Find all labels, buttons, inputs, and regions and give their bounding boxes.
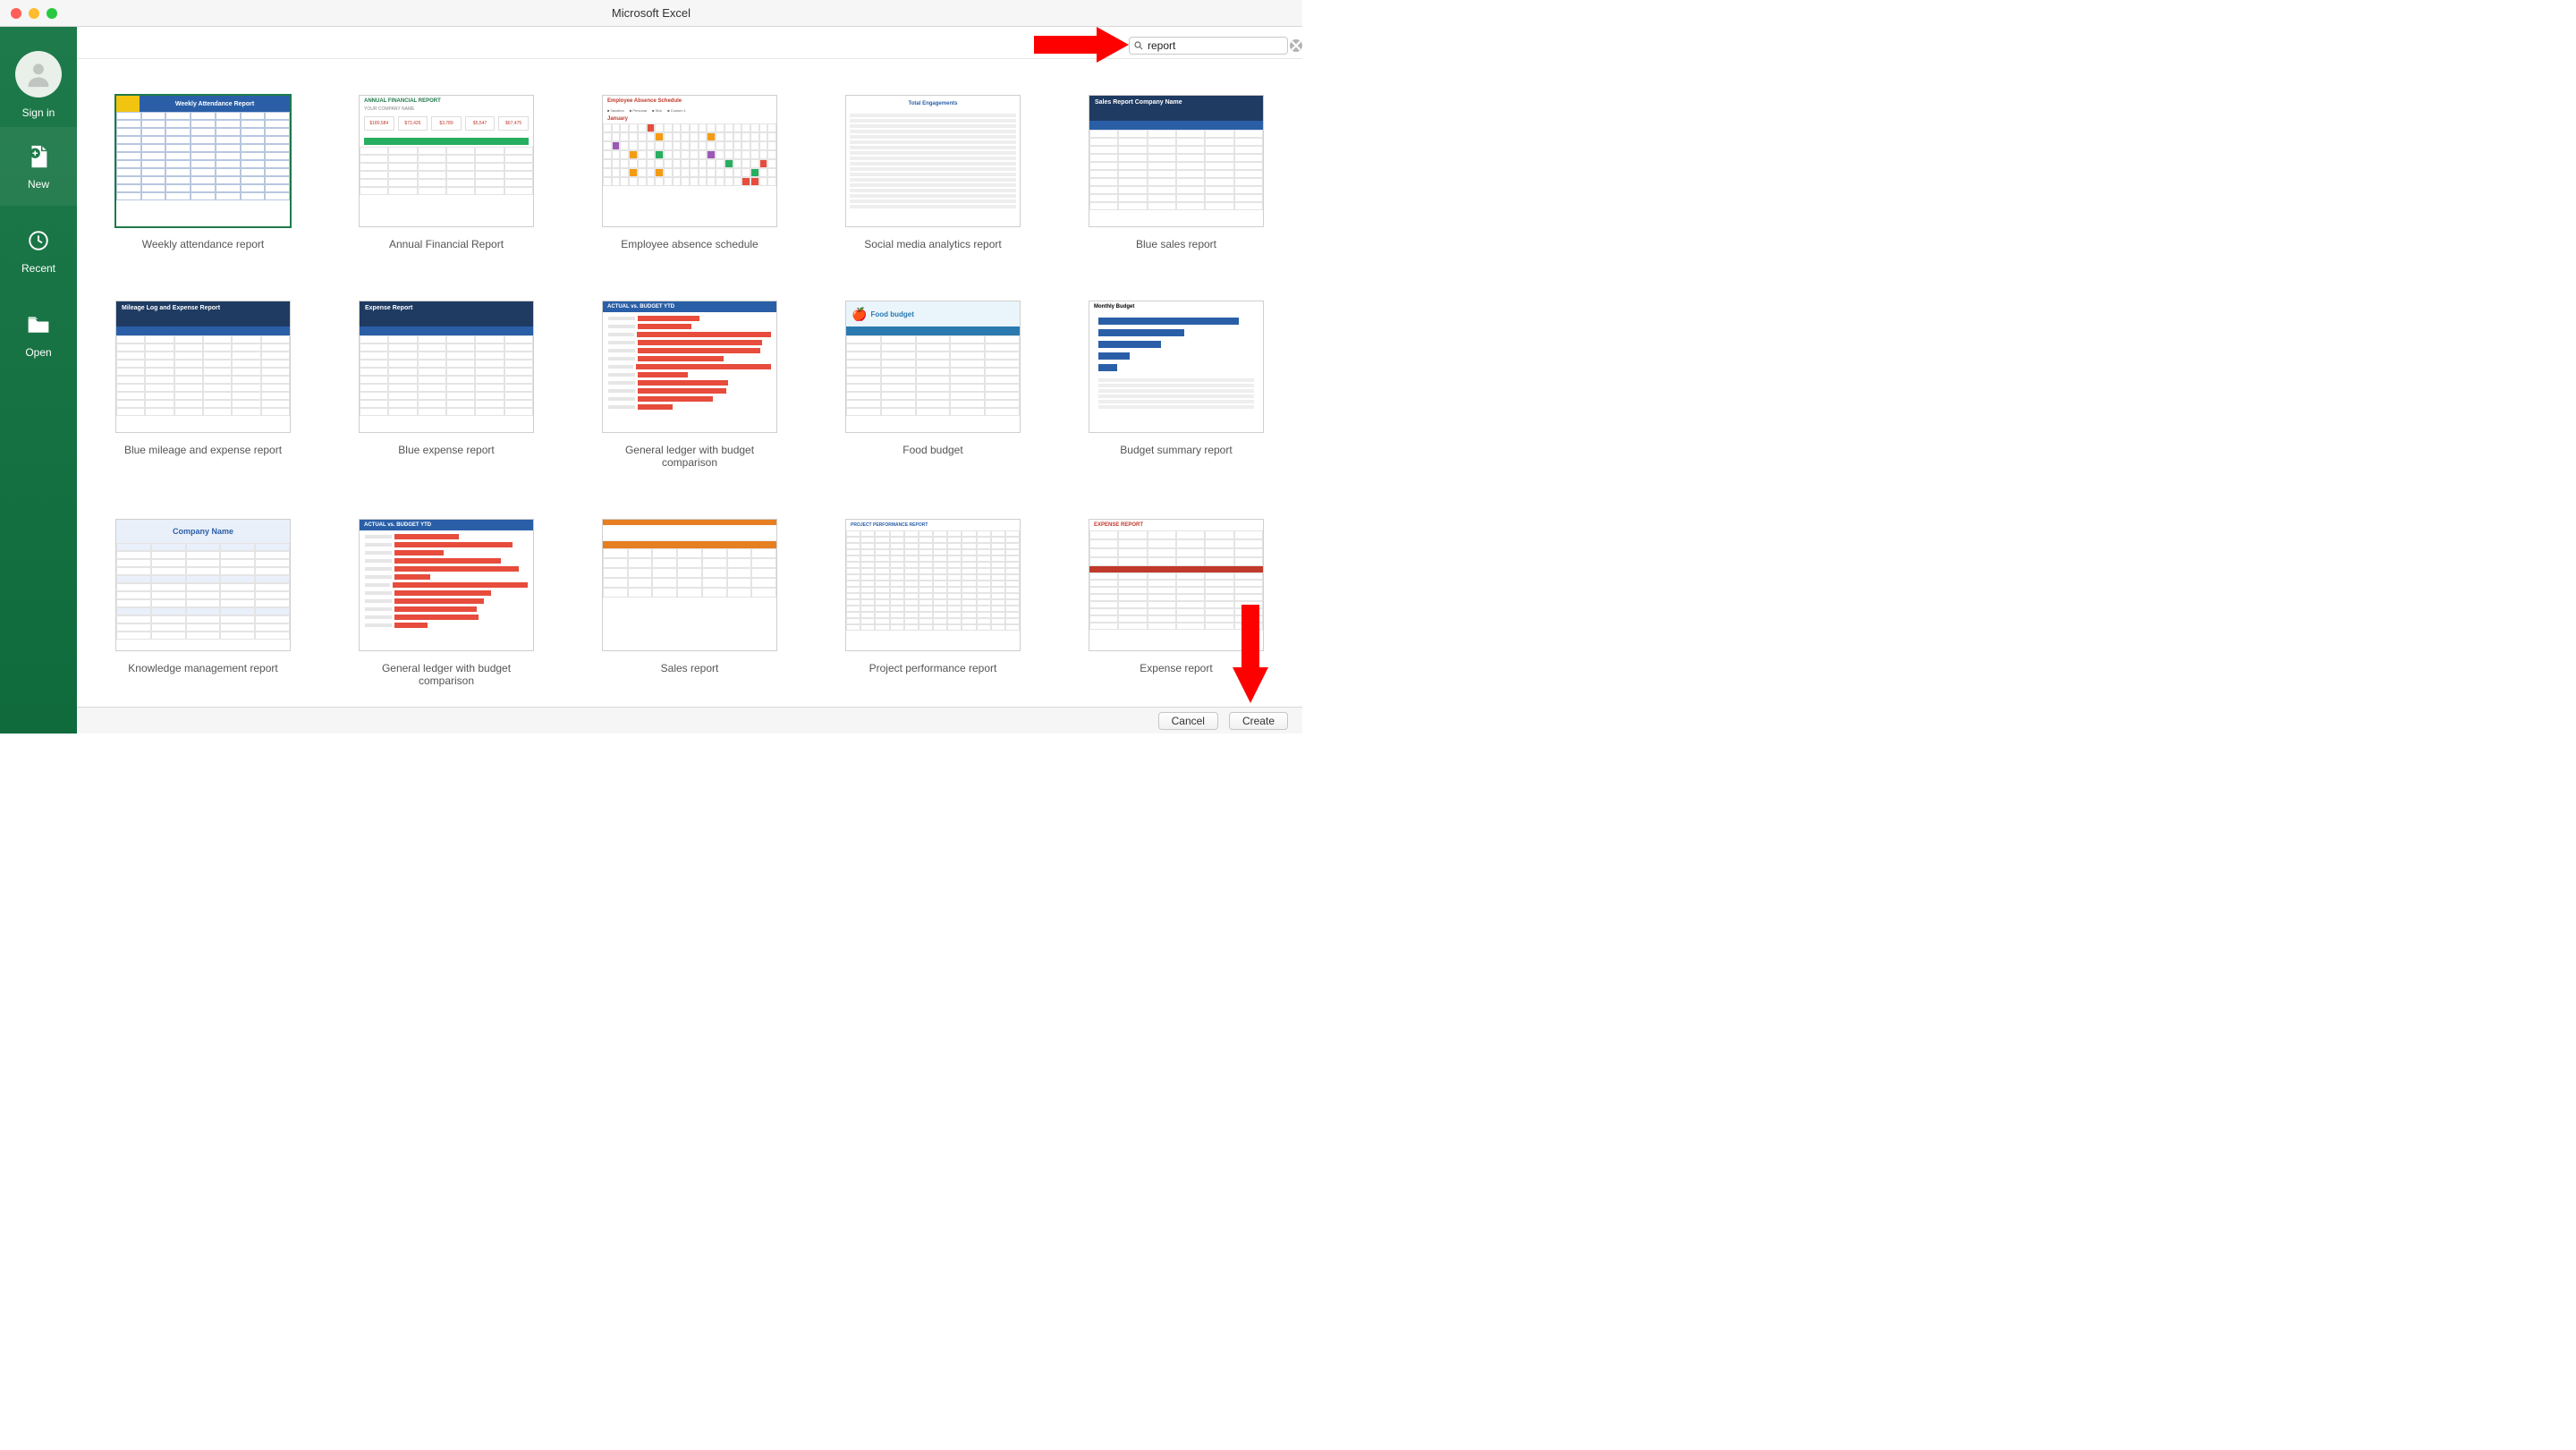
- template-card-blue-sales[interactable]: Sales Report Company Name Blue sales repo…: [1089, 95, 1264, 250]
- template-label: Weekly attendance report: [142, 238, 265, 250]
- template-label: Knowledge management report: [128, 662, 277, 674]
- sidebar-new-label: New: [28, 178, 49, 191]
- template-thumbnail: Expense Report: [359, 301, 534, 433]
- template-label: General ledger with budget comparison: [356, 662, 537, 687]
- content-area: Weekly Attendance Report Weekly attendanc…: [77, 27, 1302, 733]
- sidebar: Sign in New Recent Open: [0, 27, 77, 733]
- template-thumbnail: Employee Absence Schedule■ Vacation■ Per…: [602, 95, 777, 227]
- title-bar: Microsoft Excel: [0, 0, 1302, 27]
- template-card-weekly-attendance[interactable]: Weekly Attendance Report Weekly attendanc…: [115, 95, 291, 250]
- template-thumbnail: ANNUAL FINANCIAL REPORTYOUR COMPANY NAME…: [359, 95, 534, 227]
- template-thumbnail: Mileage Log and Expense Report: [115, 301, 291, 433]
- template-thumbnail: Sales Report Company Name: [1089, 95, 1264, 227]
- template-card-general-ledger-budget-2[interactable]: ACTUAL vs. BUDGET YTD General ledger with…: [356, 519, 537, 687]
- template-label: Blue expense report: [398, 444, 494, 456]
- template-card-annual-financial[interactable]: ANNUAL FINANCIAL REPORTYOUR COMPANY NAME…: [359, 95, 534, 250]
- template-label: General ledger with budget comparison: [599, 444, 780, 469]
- template-grid: Weekly Attendance Report Weekly attendanc…: [113, 95, 1267, 687]
- search-input[interactable]: [1148, 39, 1286, 52]
- template-thumbnail: Total Engagements: [845, 95, 1021, 227]
- sidebar-sign-in[interactable]: Sign in: [0, 27, 77, 127]
- avatar-placeholder: [15, 51, 62, 98]
- cancel-button[interactable]: Cancel: [1158, 712, 1218, 730]
- template-label: Employee absence schedule: [621, 238, 758, 250]
- sidebar-sign-in-label: Sign in: [22, 106, 55, 119]
- template-thumbnail: 🍎Food budget: [845, 301, 1021, 433]
- template-label: Blue mileage and expense report: [124, 444, 282, 456]
- template-label: Expense report: [1140, 662, 1212, 674]
- sidebar-new[interactable]: New: [0, 127, 77, 206]
- template-card-budget-summary[interactable]: Monthly Budget Budget summary report: [1089, 301, 1264, 469]
- template-thumbnail: ACTUAL vs. BUDGET YTD: [602, 301, 777, 433]
- template-card-sales-report[interactable]: Sales report: [602, 519, 777, 687]
- clear-search-button[interactable]: [1290, 39, 1302, 52]
- person-icon: [23, 59, 54, 89]
- template-thumbnail: Company Name: [115, 519, 291, 651]
- template-thumbnail: Monthly Budget: [1089, 301, 1264, 433]
- template-card-social-media-analytics[interactable]: Total Engagements Social media analytics …: [845, 95, 1021, 250]
- sidebar-recent-label: Recent: [21, 262, 55, 275]
- minimize-window-button[interactable]: [29, 8, 39, 19]
- new-document-icon: [24, 142, 53, 171]
- template-label: Blue sales report: [1136, 238, 1216, 250]
- sidebar-open-label: Open: [25, 346, 51, 359]
- sidebar-open[interactable]: Open: [0, 295, 77, 374]
- template-label: Food budget: [902, 444, 962, 456]
- template-card-knowledge-management[interactable]: Company Name Knowledge management report: [115, 519, 291, 687]
- template-card-general-ledger-budget-1[interactable]: ACTUAL vs. BUDGET YTD General ledger with…: [599, 301, 780, 469]
- template-label: Social media analytics report: [864, 238, 1001, 250]
- template-label: Annual Financial Report: [389, 238, 504, 250]
- template-card-project-performance[interactable]: PROJECT PERFORMANCE REPORT Project perfor…: [845, 519, 1021, 687]
- template-card-blue-mileage-expense[interactable]: Mileage Log and Expense Report Blue milea…: [115, 301, 291, 469]
- template-label: Budget summary report: [1120, 444, 1232, 456]
- maximize-window-button[interactable]: [47, 8, 57, 19]
- template-thumbnail: [602, 519, 777, 651]
- search-icon: [1133, 40, 1144, 51]
- search-row: [77, 27, 1302, 59]
- template-card-employee-absence[interactable]: Employee Absence Schedule■ Vacation■ Per…: [602, 95, 777, 250]
- template-grid-scroll[interactable]: Weekly Attendance Report Weekly attendanc…: [77, 59, 1302, 707]
- template-thumbnail: EXPENSE REPORT: [1089, 519, 1264, 651]
- folder-icon: [24, 310, 53, 339]
- template-label: Project performance report: [869, 662, 997, 674]
- close-icon: [1291, 40, 1301, 51]
- template-card-blue-expense[interactable]: Expense Report Blue expense report: [359, 301, 534, 469]
- template-label: Sales report: [661, 662, 719, 674]
- clock-icon: [24, 226, 53, 255]
- close-window-button[interactable]: [11, 8, 21, 19]
- template-thumbnail: PROJECT PERFORMANCE REPORT: [845, 519, 1021, 651]
- window-controls: [0, 8, 57, 19]
- sidebar-recent[interactable]: Recent: [0, 206, 77, 295]
- template-thumbnail: Weekly Attendance Report: [115, 95, 291, 227]
- template-card-expense-report[interactable]: EXPENSE REPORT Expense report: [1089, 519, 1264, 687]
- create-button[interactable]: Create: [1229, 712, 1288, 730]
- template-thumbnail: ACTUAL vs. BUDGET YTD: [359, 519, 534, 651]
- template-card-food-budget[interactable]: 🍎Food budget Food budget: [845, 301, 1021, 469]
- search-box[interactable]: [1129, 37, 1288, 55]
- window-title: Microsoft Excel: [0, 6, 1302, 20]
- footer: Cancel Create: [77, 707, 1302, 733]
